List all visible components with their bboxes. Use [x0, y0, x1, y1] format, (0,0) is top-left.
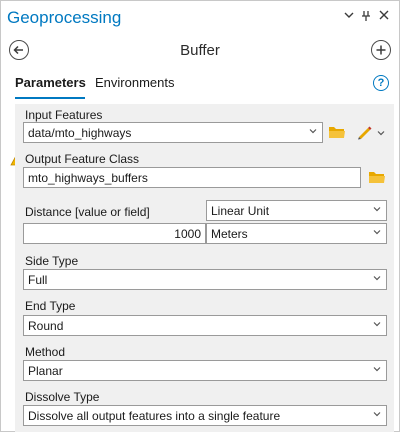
output-feature-class-label: Output Feature Class	[25, 152, 140, 166]
distance-unit-dropdown[interactable]: Meters	[206, 223, 387, 244]
distance-value: 1000	[174, 227, 201, 241]
tool-header: Buffer	[1, 35, 399, 65]
chevron-down-icon	[373, 322, 381, 327]
pencil-icon	[358, 126, 372, 140]
end-type-label: End Type	[25, 299, 76, 313]
side-type-label: Side Type	[25, 254, 79, 268]
tool-tabs: Parameters Environments ?	[1, 73, 399, 101]
distance-unit-value: Meters	[211, 227, 248, 241]
dissolve-type-label: Dissolve Type	[25, 390, 100, 404]
pane-titlebar: Geoprocessing	[1, 1, 399, 35]
method-dropdown[interactable]: Planar	[23, 360, 387, 381]
distance-label: Distance [value or field]	[25, 205, 150, 219]
dissolve-type-dropdown[interactable]: Dissolve all output features into a sing…	[23, 405, 387, 426]
output-feature-class-value: mto_highways_buffers	[28, 171, 148, 185]
chevron-down-icon	[309, 129, 317, 134]
input-features-value: data/mto_highways	[28, 126, 132, 140]
chevron-down-icon	[373, 207, 381, 212]
output-feature-class-field[interactable]: mto_highways_buffers	[23, 167, 361, 188]
method-label: Method	[25, 345, 66, 359]
end-type-dropdown[interactable]: Round	[23, 315, 387, 336]
folder-icon[interactable]	[368, 170, 386, 184]
pane-title: Geoprocessing	[7, 8, 122, 27]
close-icon[interactable]	[376, 9, 392, 25]
tool-title: Buffer	[180, 42, 220, 59]
tab-environments[interactable]: Environments	[95, 75, 174, 90]
chevron-down-icon	[373, 367, 381, 372]
pin-icon[interactable]	[358, 9, 374, 25]
plus-icon[interactable]	[371, 40, 391, 60]
input-features-dropdown[interactable]: data/mto_highways	[23, 122, 323, 143]
active-tab-indicator	[15, 97, 85, 99]
help-icon[interactable]: ?	[373, 75, 389, 91]
distance-mode-dropdown[interactable]: Linear Unit	[206, 200, 387, 221]
tab-parameters[interactable]: Parameters	[15, 75, 86, 90]
geoprocessing-pane: Geoprocessing Buffer Parameters Environm…	[0, 0, 400, 432]
chevron-down-icon	[373, 276, 381, 281]
parameters-panel: Input Features data/mto_highways Output …	[15, 104, 394, 432]
chevron-down-icon	[373, 230, 381, 235]
dissolve-type-value: Dissolve all output features into a sing…	[28, 409, 281, 423]
method-value: Planar	[28, 364, 63, 378]
side-type-dropdown[interactable]: Full	[23, 269, 387, 290]
distance-mode-value: Linear Unit	[211, 204, 270, 218]
chevron-down-icon	[377, 131, 385, 136]
folder-icon[interactable]	[328, 125, 346, 139]
end-type-value: Round	[28, 319, 64, 333]
chevron-down-icon	[373, 412, 381, 417]
side-type-value: Full	[28, 273, 48, 287]
input-features-label: Input Features	[25, 108, 103, 122]
pencil-dropdown-button[interactable]	[352, 123, 386, 141]
distance-value-input[interactable]: 1000	[23, 223, 206, 244]
pane-menu-chevron-icon[interactable]	[341, 9, 357, 25]
